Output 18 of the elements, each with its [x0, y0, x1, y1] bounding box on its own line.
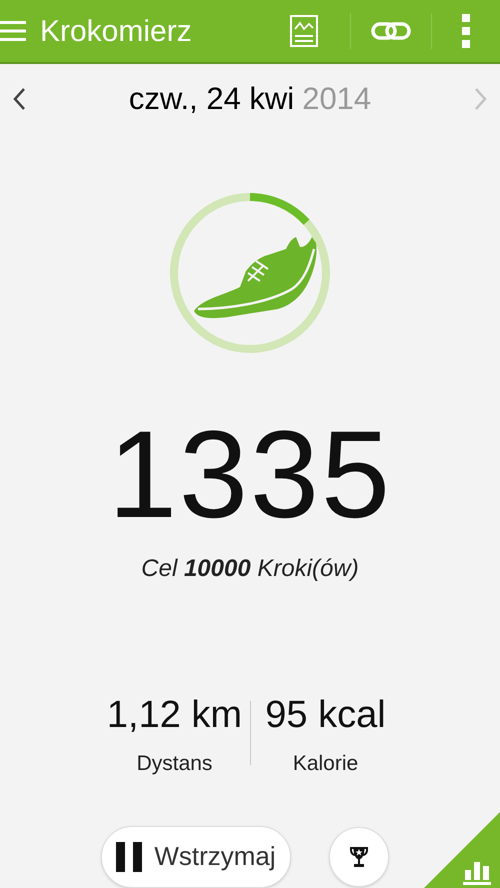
pause-button[interactable]: Wstrzymaj — [101, 826, 291, 888]
previous-day-icon[interactable] — [12, 87, 27, 111]
link-icon[interactable] — [371, 21, 411, 41]
menu-icon[interactable] — [0, 19, 26, 43]
year-label: 2014 — [302, 80, 372, 118]
more-options-icon[interactable] — [462, 14, 470, 48]
stat-value: 1,12 km — [106, 693, 242, 738]
step-goal: Cel 10000 Kroki(ów) — [141, 554, 359, 584]
pause-icon — [116, 842, 142, 872]
step-count: 1335 — [107, 413, 393, 537]
stat-label: Kalorie — [292, 751, 358, 777]
stat-value: 95 kcal — [265, 693, 386, 738]
chart-icon[interactable] — [290, 15, 318, 47]
app-title: Krokomierz — [40, 14, 193, 50]
date-label: czw., 24 kwi — [128, 80, 294, 118]
statistics-corner-button[interactable] — [424, 812, 500, 888]
stat-label: Dystans — [136, 751, 212, 777]
sneaker-icon — [194, 237, 317, 318]
